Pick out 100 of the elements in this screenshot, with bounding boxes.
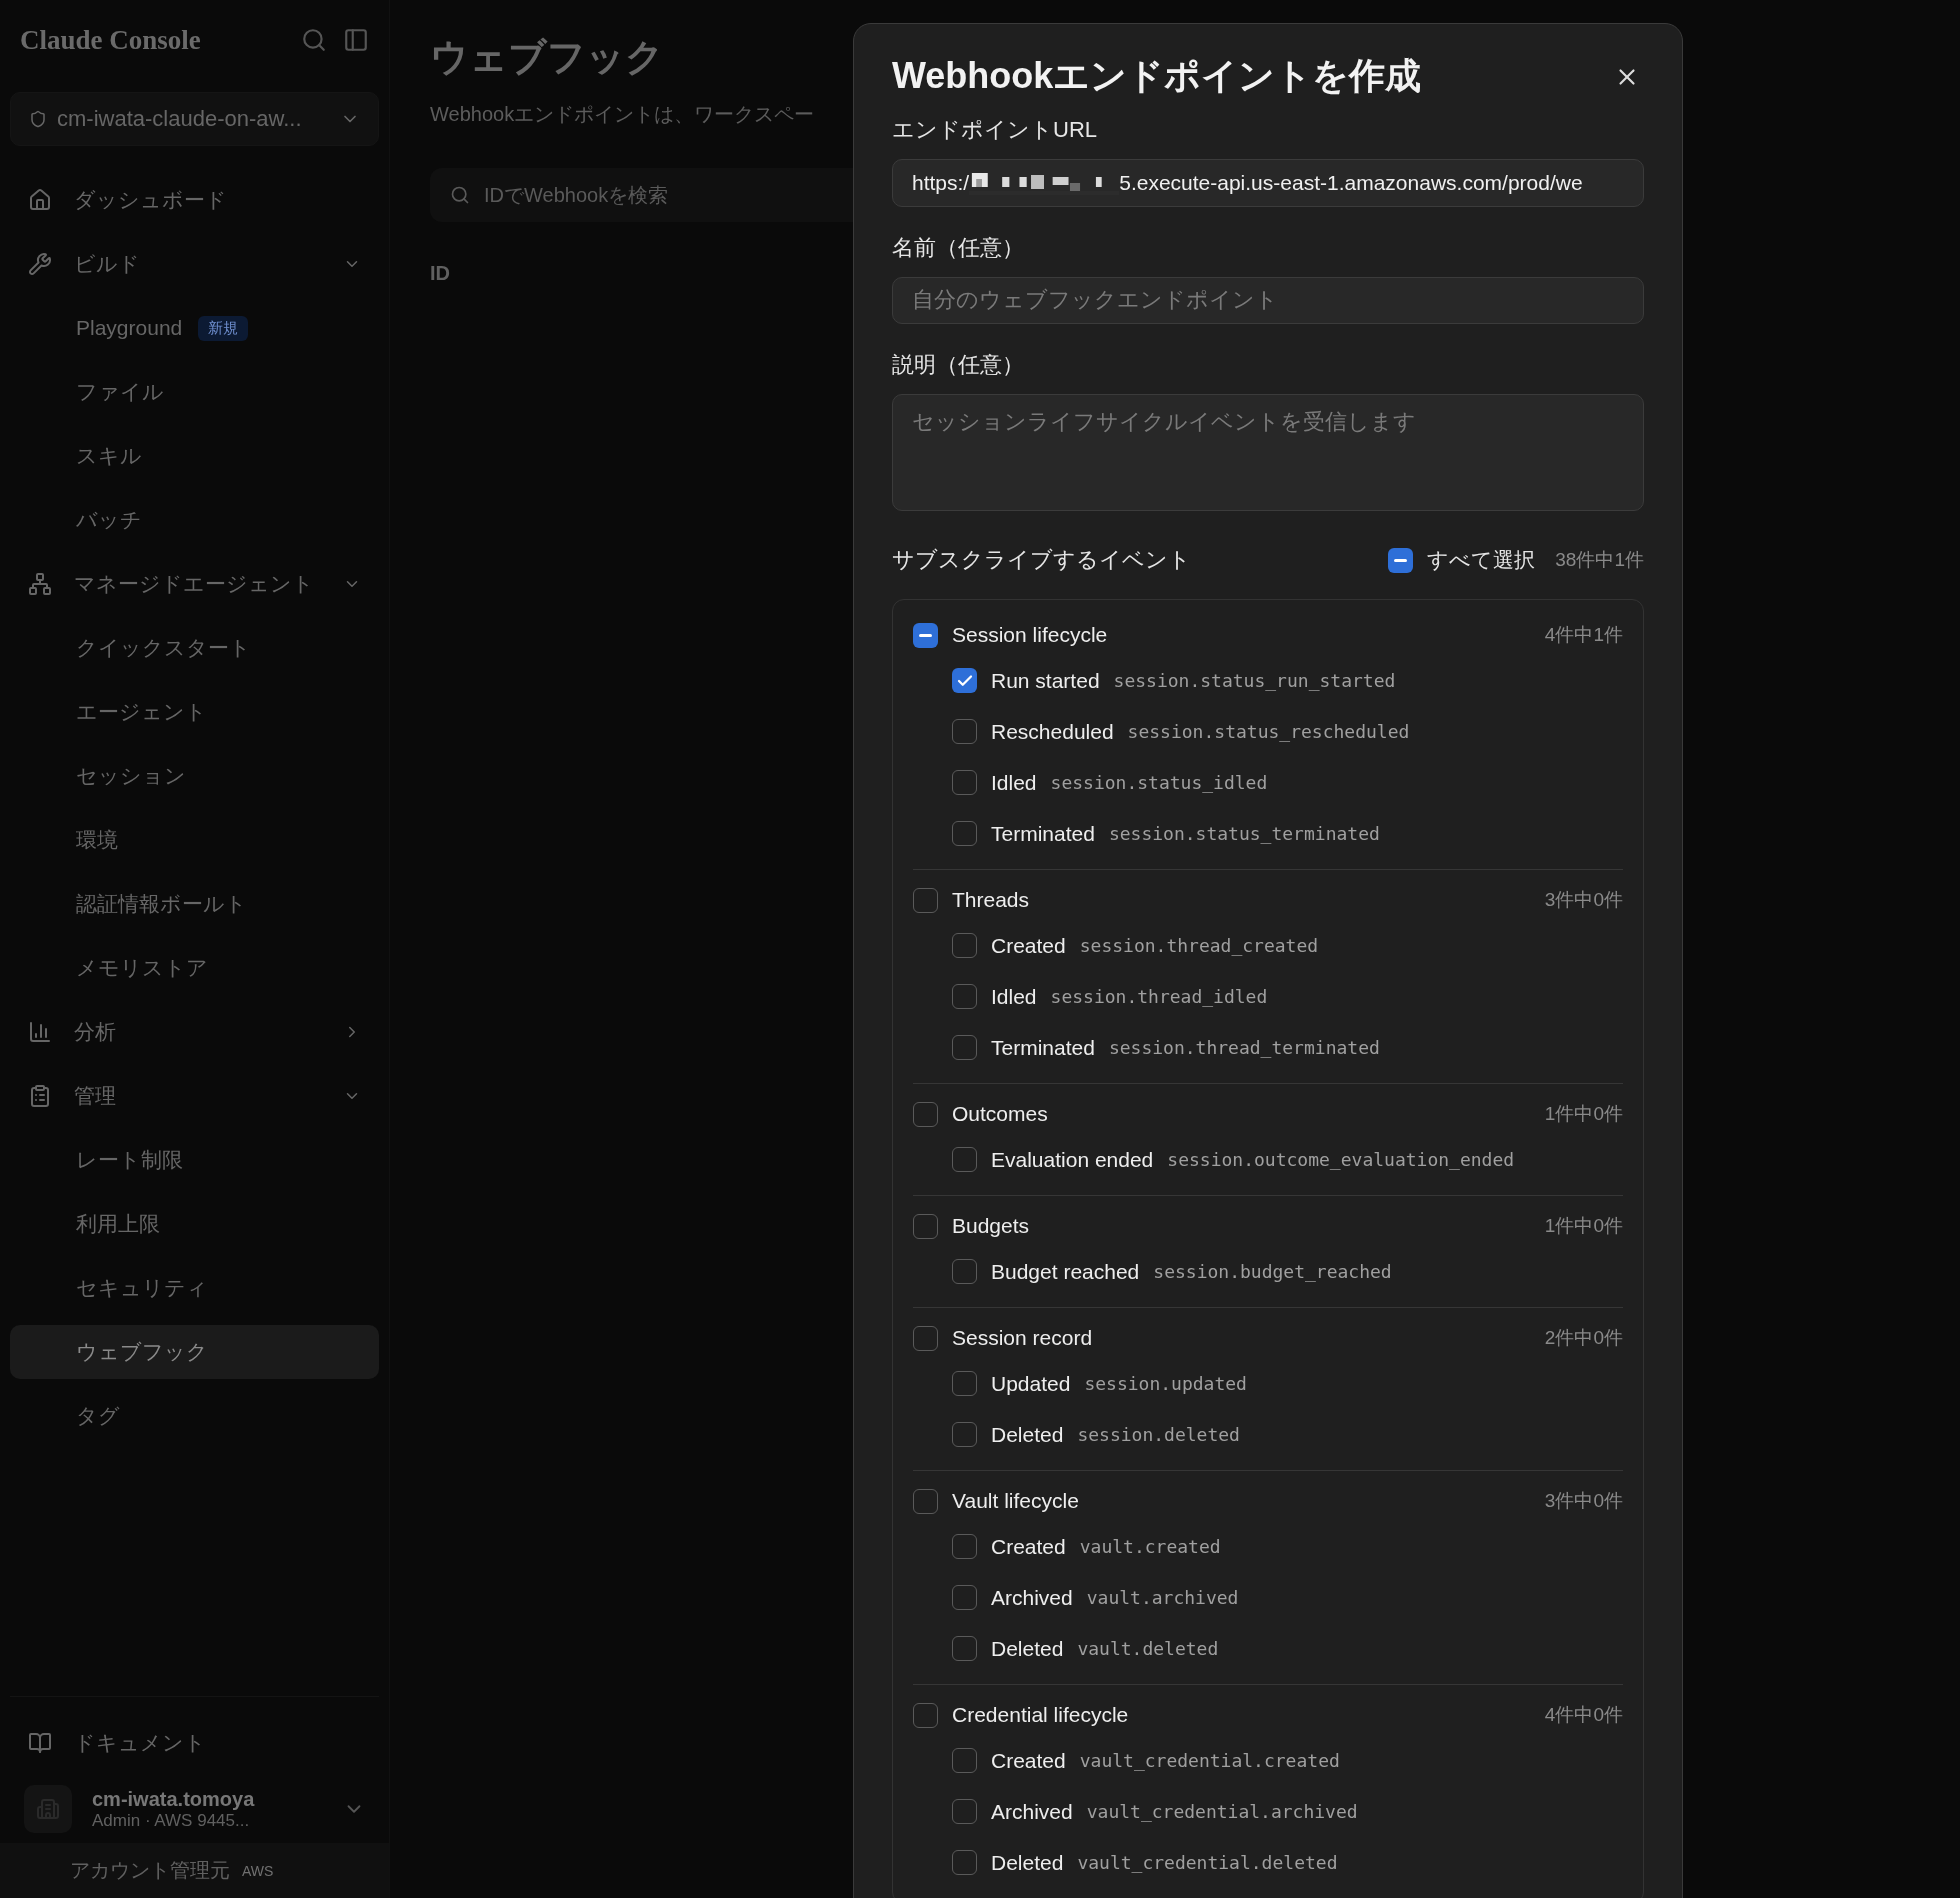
- nav-item[interactable]: 利用上限: [10, 1197, 379, 1251]
- event-label[interactable]: Created: [991, 933, 1066, 958]
- checkbox[interactable]: [913, 887, 938, 913]
- event-label[interactable]: Deleted: [991, 1850, 1064, 1875]
- url-field[interactable]: https:/ 5.execute-api.us-east-1.amazonaws.com/prod/we: [892, 159, 1644, 207]
- group-label[interactable]: Vault lifecycle: [952, 1489, 1531, 1513]
- shield-icon: [29, 110, 47, 128]
- checkbox[interactable]: [952, 719, 977, 744]
- event-code: session.status_rescheduled: [1127, 721, 1410, 742]
- event-code: session.thread_terminated: [1108, 1037, 1380, 1058]
- event-code: session.updated: [1084, 1373, 1247, 1394]
- nav-item[interactable]: ウェブフック: [10, 1325, 379, 1379]
- checkbox[interactable]: [952, 1799, 977, 1824]
- checkbox[interactable]: [952, 668, 977, 693]
- checkbox[interactable]: [913, 1213, 938, 1239]
- description-field[interactable]: セッションライフサイクルイベントを受信します: [892, 394, 1644, 511]
- group-label[interactable]: Session lifecycle: [952, 623, 1531, 647]
- checkbox[interactable]: [952, 1422, 977, 1447]
- search-icon[interactable]: [301, 27, 327, 53]
- event-label[interactable]: Terminated: [991, 821, 1095, 846]
- dialog-title: Webhookエンドポイントを作成: [892, 54, 1422, 98]
- event-label[interactable]: Idled: [991, 984, 1037, 1009]
- new-badge: 新規: [198, 315, 249, 341]
- select-all-label[interactable]: すべて選択: [1427, 546, 1536, 574]
- group-label[interactable]: Session record: [952, 1326, 1531, 1350]
- event-code: session.thread_idled: [1050, 986, 1268, 1007]
- minus-icon: [919, 633, 932, 637]
- checkbox[interactable]: [952, 821, 977, 846]
- checkbox[interactable]: [952, 933, 977, 958]
- checkbox[interactable]: [952, 1259, 977, 1284]
- event-code: vault.deleted: [1077, 1638, 1219, 1659]
- group-count: 2件中0件: [1544, 1326, 1623, 1350]
- field-label: 説明（任意）: [892, 351, 1025, 379]
- checkbox[interactable]: [952, 984, 977, 1009]
- section-label: サブスクライブするイベント: [892, 546, 1192, 574]
- selection-count: 38件中1件: [1555, 548, 1644, 572]
- group-count: 3件中0件: [1544, 1489, 1623, 1513]
- field-label: エンドポイントURL: [892, 116, 1098, 144]
- provider-label: AWS: [242, 1862, 274, 1879]
- checkbox[interactable]: [952, 770, 977, 795]
- nav-item[interactable]: セッション: [10, 749, 379, 803]
- search-icon: [450, 185, 470, 205]
- event-label[interactable]: Created: [991, 1748, 1066, 1773]
- field-label: 名前（任意）: [892, 233, 1025, 262]
- nav-item[interactable]: Playground 新規: [10, 301, 379, 355]
- event-label[interactable]: Created: [991, 1534, 1066, 1559]
- checkbox[interactable]: [952, 1636, 977, 1661]
- event-label[interactable]: Run started: [991, 668, 1100, 693]
- checkbox[interactable]: [1388, 547, 1414, 573]
- wrench-icon: [28, 252, 52, 276]
- panel-icon[interactable]: [343, 27, 369, 53]
- group-label[interactable]: Outcomes: [952, 1102, 1531, 1126]
- event-label[interactable]: Deleted: [991, 1422, 1064, 1447]
- user-name: cm-iwata.tomoya: [92, 1787, 256, 1811]
- checkbox[interactable]: [913, 1325, 938, 1351]
- event-code: vault.archived: [1086, 1587, 1239, 1608]
- nav-item[interactable]: タグ: [10, 1389, 379, 1443]
- bar-chart-icon: [28, 1020, 52, 1044]
- page-description: Webhookエンドポイントは、ワークスペー: [430, 102, 815, 127]
- event-label[interactable]: Budget reached: [991, 1259, 1140, 1284]
- name-field[interactable]: 自分のウェブフックエンドポイント: [892, 276, 1644, 324]
- event-label[interactable]: Archived: [991, 1799, 1073, 1824]
- checkbox[interactable]: [952, 1534, 977, 1559]
- checkbox[interactable]: [913, 1101, 938, 1127]
- event-label[interactable]: Deleted: [991, 1636, 1064, 1661]
- event-code: vault.created: [1079, 1536, 1221, 1557]
- minus-icon: [1394, 558, 1408, 562]
- checkbox[interactable]: [952, 1748, 977, 1773]
- event-code: vault_credential.archived: [1086, 1801, 1358, 1822]
- checkbox[interactable]: [952, 1585, 977, 1610]
- group-count: 1件中0件: [1544, 1214, 1623, 1238]
- checkbox[interactable]: [913, 1488, 938, 1514]
- group-count: 4件中0件: [1544, 1703, 1623, 1727]
- checkbox[interactable]: [952, 1035, 977, 1060]
- event-label[interactable]: Rescheduled: [991, 719, 1114, 744]
- checkbox[interactable]: [913, 1702, 938, 1728]
- event-code: vault_credential.deleted: [1077, 1852, 1338, 1873]
- event-code: session.status_idled: [1050, 772, 1268, 793]
- event-code: session.outcome_evaluation_ended: [1167, 1149, 1515, 1170]
- checkbox[interactable]: [952, 1371, 977, 1396]
- group-label[interactable]: Budgets: [952, 1214, 1531, 1238]
- event-label[interactable]: Idled: [991, 770, 1037, 795]
- nav-item[interactable]: ファイル: [10, 365, 379, 419]
- checkbox[interactable]: [952, 1850, 977, 1875]
- app-logo: Claude Console: [20, 24, 201, 56]
- event-label[interactable]: Updated: [991, 1371, 1071, 1396]
- checkbox[interactable]: [913, 622, 938, 648]
- group-count: 1件中0件: [1544, 1102, 1623, 1126]
- group-label[interactable]: Credential lifecycle: [952, 1703, 1531, 1727]
- network-icon: [28, 572, 52, 596]
- event-label[interactable]: Archived: [991, 1585, 1073, 1610]
- clipboard-icon: [28, 1084, 52, 1108]
- checkbox[interactable]: [952, 1147, 977, 1172]
- column-header: ID: [430, 262, 450, 285]
- event-code: session.status_terminated: [1108, 823, 1380, 844]
- event-label[interactable]: Evaluation ended: [991, 1147, 1154, 1172]
- book-icon: [28, 1731, 52, 1755]
- group-label[interactable]: Threads: [952, 888, 1531, 912]
- event-label[interactable]: Terminated: [991, 1035, 1095, 1060]
- event-code: session.status_run_started: [1113, 670, 1396, 691]
